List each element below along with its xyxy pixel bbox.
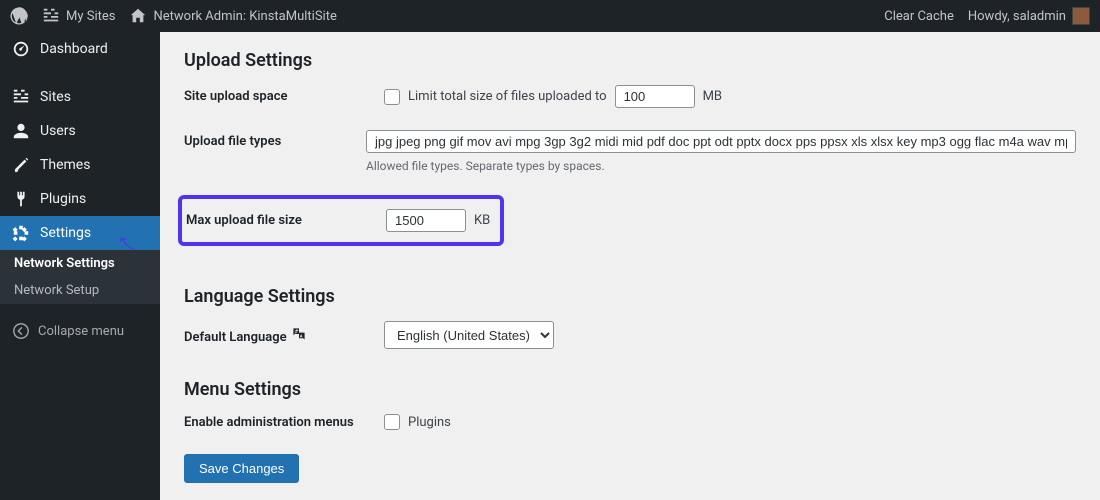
howdy-label: Howdy, saladmin [968,9,1066,24]
menu-plugins-label: Plugins [40,191,86,207]
upload-file-types-input[interactable] [366,130,1076,153]
my-sites-link[interactable]: My Sites [42,7,115,25]
language-settings-heading: Language Settings [184,286,1076,307]
menu-themes-label: Themes [40,157,90,173]
users-icon [12,122,30,140]
menu-dashboard[interactable]: Dashboard [0,32,160,66]
allowed-file-types-desc: Allowed file types. Separate types by sp… [366,159,1076,173]
clear-cache-link[interactable]: Clear Cache [884,9,954,24]
translate-icon [290,325,308,343]
submenu-network-settings[interactable]: Network Settings [0,250,160,277]
default-language-label: Default Language [184,325,384,345]
plug-icon [12,190,30,208]
collapse-menu[interactable]: Collapse menu [0,312,160,350]
howdy-link[interactable]: Howdy, saladmin [968,7,1090,25]
my-sites-label: My Sites [66,9,115,24]
menu-sites-label: Sites [40,89,71,105]
menu-themes[interactable]: Themes [0,148,160,182]
row-site-upload-space: Site upload space Limit total size of fi… [184,85,1076,108]
settings-icon [12,224,30,242]
limit-total-checkbox[interactable] [384,89,400,105]
enable-admin-menus-label: Enable administration menus [184,415,384,430]
menu-settings-label: Settings [40,225,91,241]
menu-sites[interactable]: Sites [0,80,160,114]
sites-menu-icon [12,88,30,106]
clear-cache-label: Clear Cache [884,9,954,24]
limit-total-text: Limit total size of files uploaded to [408,89,607,104]
max-upload-label: Max upload file size [186,213,386,228]
home-icon [129,7,147,25]
settings-submenu: Network Settings Network Setup [0,250,160,304]
menu-users-label: Users [40,123,76,139]
menu-users[interactable]: Users [0,114,160,148]
row-default-language: Default Language English (United States) [184,321,1076,349]
admin-bar: My Sites Network Admin: KinstaMultiSite … [0,0,1100,32]
network-admin-link[interactable]: Network Admin: KinstaMultiSite [129,7,336,25]
kb-unit: KB [474,213,490,228]
collapse-label: Collapse menu [38,324,124,339]
upload-settings-heading: Upload Settings [184,50,1076,71]
limit-total-input[interactable] [615,85,695,108]
upload-file-types-label: Upload file types [184,130,366,149]
row-upload-file-types: Upload file types Allowed file types. Se… [184,130,1076,173]
dashboard-icon [12,40,30,58]
wordpress-icon [10,7,28,25]
menu-settings[interactable]: Settings [0,216,160,250]
row-enable-admin-menus: Enable administration menus Plugins [184,414,1076,430]
menu-settings-heading: Menu Settings [184,379,1076,400]
admin-sidebar: Dashboard Sites Users Themes Plugins Set… [0,32,160,500]
wp-logo[interactable] [10,7,28,25]
sites-icon [42,7,60,25]
default-language-select[interactable]: English (United States) [384,321,554,349]
save-changes-button[interactable]: Save Changes [184,454,299,483]
submenu-network-setup[interactable]: Network Setup [0,277,160,304]
collapse-icon [12,322,30,340]
highlight-max-upload: Max upload file size KB [178,195,504,246]
plugins-checkbox[interactable] [384,414,400,430]
plugins-option-label: Plugins [408,415,451,430]
avatar [1072,7,1090,25]
site-upload-space-label: Site upload space [184,89,384,104]
network-admin-label: Network Admin: KinstaMultiSite [153,9,336,24]
menu-plugins[interactable]: Plugins [0,182,160,216]
max-upload-input[interactable] [386,209,466,232]
main-content: Upload Settings Site upload space Limit … [160,32,1100,500]
menu-dashboard-label: Dashboard [40,41,108,57]
brush-icon [12,156,30,174]
mb-unit: MB [703,89,722,104]
